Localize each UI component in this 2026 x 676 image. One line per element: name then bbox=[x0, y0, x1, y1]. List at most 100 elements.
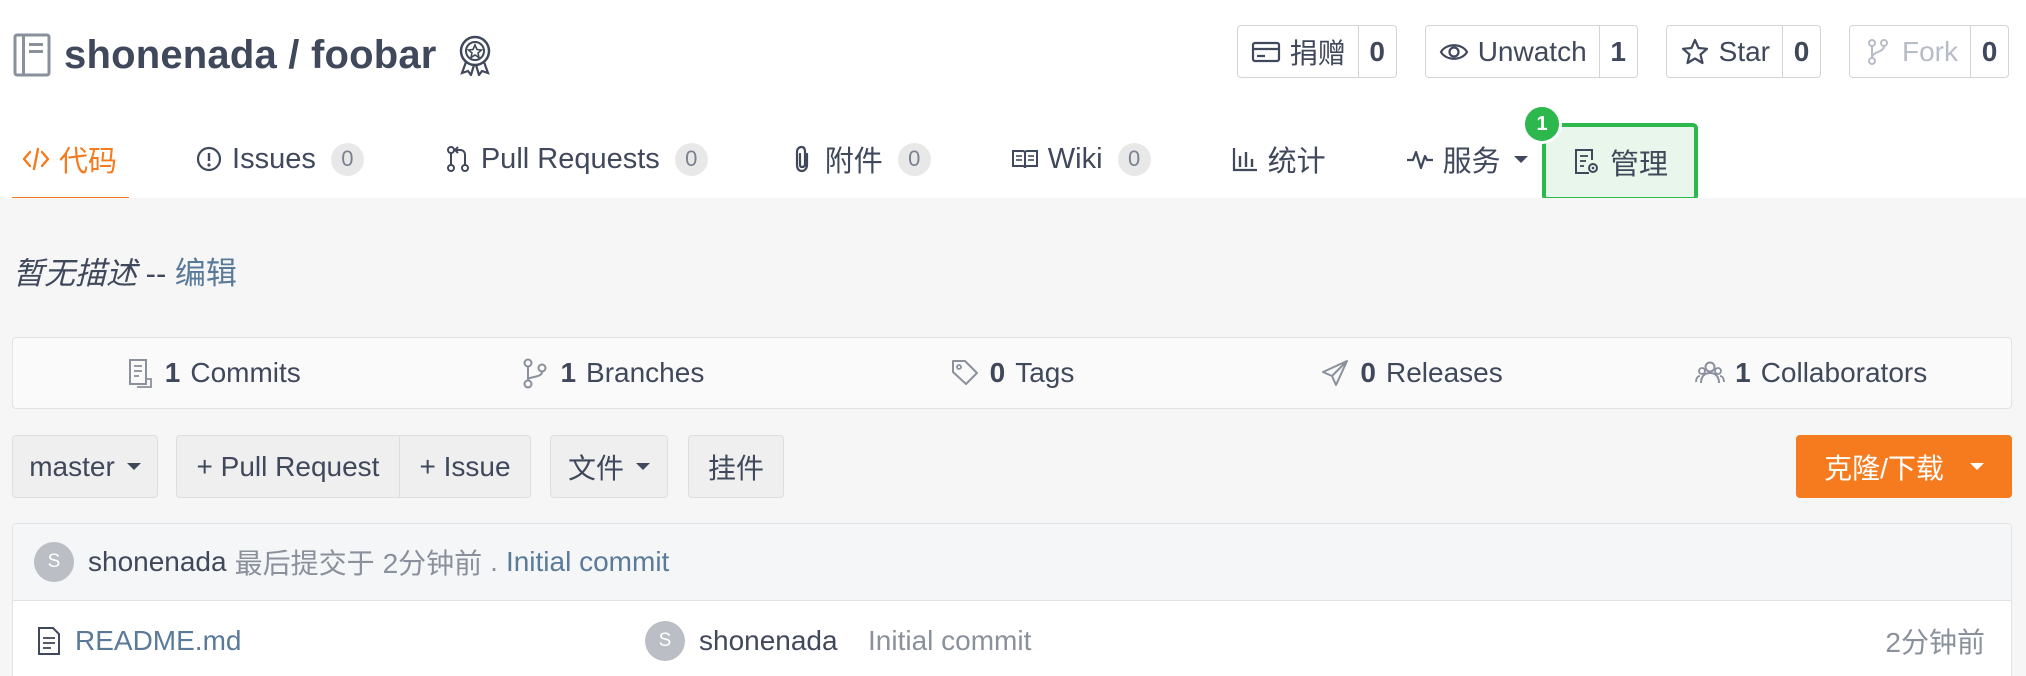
users-icon bbox=[1695, 361, 1726, 384]
tab-wiki[interactable]: Wiki 0 bbox=[1011, 120, 1151, 198]
donate-count[interactable]: 0 bbox=[1357, 26, 1396, 77]
star-button[interactable]: Star 0 bbox=[1665, 25, 1821, 78]
stat-commits[interactable]: 1 Commits bbox=[13, 357, 413, 389]
branch-selector[interactable]: master bbox=[12, 435, 158, 498]
donate-icon bbox=[1251, 41, 1280, 62]
repo-header: shonenada / foobar 捐赠 0 Unwatch 1 Star 0… bbox=[0, 0, 2026, 202]
paperclip-icon bbox=[795, 145, 808, 173]
file-author-cell: S shonenada bbox=[645, 601, 838, 676]
tab-attachments-label: 附件 bbox=[824, 146, 883, 178]
files-dropdown-caret-icon bbox=[636, 463, 650, 470]
tab-wiki-label: Wiki bbox=[1047, 142, 1103, 175]
clone-download-label: 克隆/下载 bbox=[1824, 452, 1944, 484]
repo-name[interactable]: foobar bbox=[311, 33, 437, 77]
latest-commit-message[interactable]: Initial commit bbox=[506, 546, 669, 578]
file-commit-time: 2分钟前 bbox=[1885, 627, 1985, 658]
stat-releases[interactable]: 0 Releases bbox=[1212, 357, 1612, 389]
repo-owner[interactable]: shonenada bbox=[64, 33, 277, 77]
stat-branches[interactable]: 1 Branches bbox=[413, 357, 813, 389]
tab-issues[interactable]: Issues 0 bbox=[195, 120, 364, 198]
file-commit-message[interactable]: Initial commit bbox=[868, 601, 1031, 676]
eye-icon bbox=[1439, 43, 1468, 60]
repo-content: 暂无描述 -- 编辑 1 Commits 1 Branches 0 Tags 0… bbox=[0, 198, 2026, 676]
avatar[interactable]: S bbox=[34, 542, 74, 582]
latest-commit-prefix: 最后提交于 bbox=[234, 548, 375, 579]
repo-title: shonenada / foobar bbox=[13, 30, 495, 80]
bar-chart-icon bbox=[1232, 148, 1257, 172]
tab-pull-requests[interactable]: Pull Requests 0 bbox=[444, 120, 708, 198]
widgets-label: 挂件 bbox=[707, 452, 764, 484]
pull-request-icon bbox=[446, 146, 469, 172]
branches-label: Branches bbox=[586, 357, 705, 388]
watch-count[interactable]: 1 bbox=[1598, 26, 1637, 77]
latest-commit-bar: S shonenada 最后提交于 2分钟前 . Initial commit bbox=[13, 524, 2011, 601]
wiki-count-badge: 0 bbox=[1117, 142, 1151, 176]
branch-icon bbox=[523, 358, 547, 389]
clone-download-button[interactable]: 克隆/下载 bbox=[1796, 435, 2012, 498]
tab-services-label: 服务 bbox=[1442, 146, 1501, 178]
repo-full-name[interactable]: shonenada / foobar bbox=[64, 33, 437, 78]
fork-label: Fork bbox=[1902, 35, 1958, 67]
tab-issues-label: Issues bbox=[232, 142, 316, 175]
code-icon bbox=[22, 147, 50, 171]
donate-label: 捐赠 bbox=[1289, 37, 1346, 69]
tab-code-label: 代码 bbox=[59, 146, 118, 178]
stat-tags[interactable]: 0 Tags bbox=[812, 357, 1212, 389]
repo-tabs: 代码 Issues 0 Pull Requests 0 附件 0 Wiki 0 … bbox=[12, 120, 1528, 202]
tab-manage-label: 管理 bbox=[1609, 149, 1668, 181]
unwatch-label: Unwatch bbox=[1477, 35, 1587, 67]
tags-count: 0 bbox=[989, 357, 1006, 388]
tag-icon bbox=[951, 360, 978, 385]
clone-dropdown-caret-icon bbox=[1969, 463, 1984, 470]
tags-label: Tags bbox=[1015, 357, 1075, 388]
collaborators-label: Collaborators bbox=[1760, 357, 1928, 388]
star-icon bbox=[1681, 38, 1708, 64]
file-author[interactable]: shonenada bbox=[699, 625, 838, 657]
tab-code[interactable]: 代码 bbox=[12, 120, 130, 202]
tab-attachments[interactable]: 附件 0 bbox=[788, 120, 931, 198]
star-label: Star bbox=[1718, 35, 1770, 67]
new-issue-button[interactable]: + Issue bbox=[399, 435, 531, 498]
fork-icon bbox=[1868, 38, 1888, 65]
files-dropdown-label: 文件 bbox=[567, 452, 624, 484]
repo-stats-bar: 1 Commits 1 Branches 0 Tags 0 Releases 1… bbox=[12, 337, 2012, 409]
donate-button[interactable]: 捐赠 0 bbox=[1236, 25, 1397, 78]
pulse-icon bbox=[1406, 150, 1433, 170]
pull-requests-count-badge: 0 bbox=[674, 142, 708, 176]
files-dropdown[interactable]: 文件 bbox=[550, 435, 668, 498]
file-name[interactable]: README.md bbox=[75, 625, 241, 657]
fork-count[interactable]: 0 bbox=[1970, 26, 2008, 77]
tab-services[interactable]: 服务 bbox=[1406, 120, 1528, 198]
stat-collaborators[interactable]: 1 Collaborators bbox=[1611, 357, 2011, 389]
tab-pull-requests-label: Pull Requests bbox=[480, 142, 660, 175]
repo-book-icon bbox=[13, 33, 51, 77]
branch-dropdown-caret-icon bbox=[126, 463, 141, 470]
commits-icon bbox=[128, 359, 152, 388]
avatar[interactable]: S bbox=[645, 621, 685, 661]
latest-commit-author[interactable]: shonenada bbox=[88, 546, 227, 578]
tab-stats[interactable]: 统计 bbox=[1231, 120, 1326, 198]
widgets-button[interactable]: 挂件 bbox=[688, 435, 784, 498]
repo-description: 暂无描述 -- 编辑 bbox=[13, 248, 237, 293]
latest-commit-dot: . bbox=[490, 546, 498, 577]
services-dropdown-caret-icon bbox=[1513, 155, 1528, 163]
latest-commit-time: 2分钟前 bbox=[382, 548, 483, 579]
wiki-book-icon bbox=[1011, 150, 1038, 169]
edit-description-link[interactable]: 编辑 bbox=[175, 256, 237, 291]
branch-selector-label: master bbox=[29, 450, 115, 482]
unwatch-button[interactable]: Unwatch 1 bbox=[1424, 25, 1638, 78]
collaborators-count: 1 bbox=[1735, 357, 1751, 388]
releases-label: Releases bbox=[1386, 357, 1503, 388]
commits-label: Commits bbox=[190, 357, 301, 388]
star-count[interactable]: 0 bbox=[1782, 26, 1820, 77]
tab-manage[interactable]: 管理 bbox=[1542, 123, 1698, 201]
file-name-cell[interactable]: README.md bbox=[37, 601, 241, 676]
file-list: S shonenada 最后提交于 2分钟前 . Initial commit … bbox=[12, 523, 2012, 676]
tab-stats-label: 统计 bbox=[1267, 146, 1326, 178]
new-issue-label: + Issue bbox=[419, 450, 511, 482]
fork-button[interactable]: Fork 0 bbox=[1849, 25, 2009, 78]
new-pull-request-button[interactable]: + Pull Request bbox=[176, 435, 400, 498]
table-row[interactable]: README.md S shonenada Initial commit 2分钟… bbox=[13, 601, 2011, 676]
step-number-badge: 1 bbox=[1522, 104, 1562, 144]
new-pull-request-label: + Pull Request bbox=[196, 450, 380, 482]
